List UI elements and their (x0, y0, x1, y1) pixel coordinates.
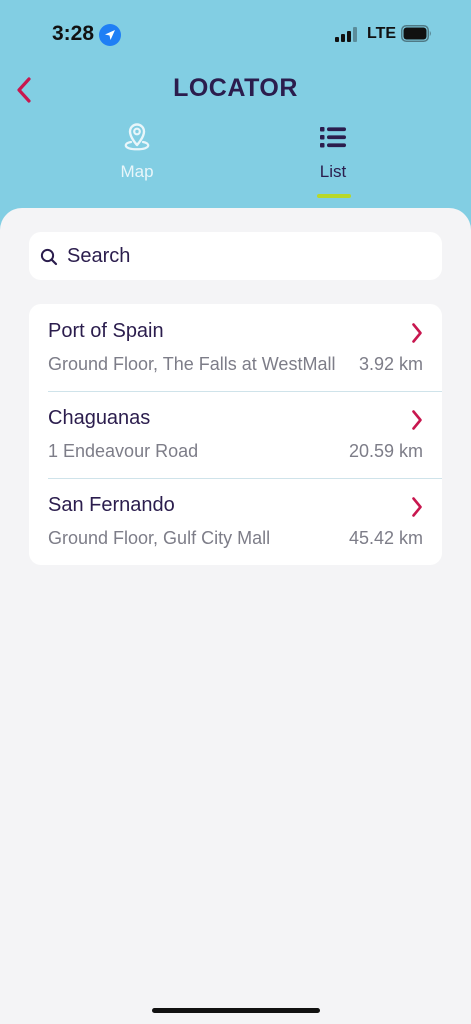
location-list: Port of Spain Ground Floor, The Falls at… (29, 304, 442, 565)
selected-tab-indicator (317, 194, 351, 198)
chevron-right-icon (412, 410, 422, 430)
location-address: Ground Floor, Gulf City Mall (48, 528, 271, 548)
list-icon (320, 127, 346, 148)
location-distance: 20.59 km (348, 441, 423, 461)
location-services-icon (99, 24, 121, 46)
content-sheet: Port of Spain Ground Floor, The Falls at… (0, 208, 471, 1024)
cellular-signal-icon (335, 27, 359, 42)
search-bar[interactable] (29, 232, 442, 280)
location-address: 1 Endeavour Road (48, 441, 199, 461)
location-distance: 3.92 km (358, 354, 423, 374)
status-time: 3:28 (52, 22, 95, 45)
list-item-chaguanas[interactable]: Chaguanas 1 Endeavour Road 20.59 km (29, 391, 442, 478)
search-icon (40, 248, 58, 266)
locator-screen: 3:28 LTE LOCATOR Map List Search Port of… (0, 0, 471, 1024)
network-type: LTE (367, 25, 397, 42)
location-name: San Fernando (48, 494, 175, 516)
location-distance: 45.42 km (348, 528, 423, 548)
location-name: Port of Spain (48, 320, 164, 342)
list-item-san-fernando[interactable]: San Fernando Ground Floor, Gulf City Mal… (29, 478, 442, 565)
battery-icon (401, 25, 432, 42)
location-name: Chaguanas (48, 407, 151, 429)
status-bar: 3:28 LTE (0, 0, 471, 68)
search-input[interactable] (67, 232, 427, 280)
page-title: LOCATOR (173, 74, 298, 102)
list-item-port-of-spain[interactable]: Port of Spain Ground Floor, The Falls at… (29, 304, 442, 391)
tab-list[interactable]: List (288, 120, 378, 182)
tab-map[interactable]: Map (92, 120, 182, 182)
tab-map-label: Map (120, 162, 154, 181)
tab-list-label: List (319, 162, 347, 181)
chevron-right-icon (412, 323, 422, 343)
map-pin-icon (124, 123, 150, 151)
home-indicator[interactable] (152, 1008, 320, 1013)
chevron-right-icon (412, 497, 422, 517)
location-address: Ground Floor, The Falls at WestMall (48, 354, 336, 374)
header: 3:28 LTE LOCATOR Map List (0, 0, 471, 235)
